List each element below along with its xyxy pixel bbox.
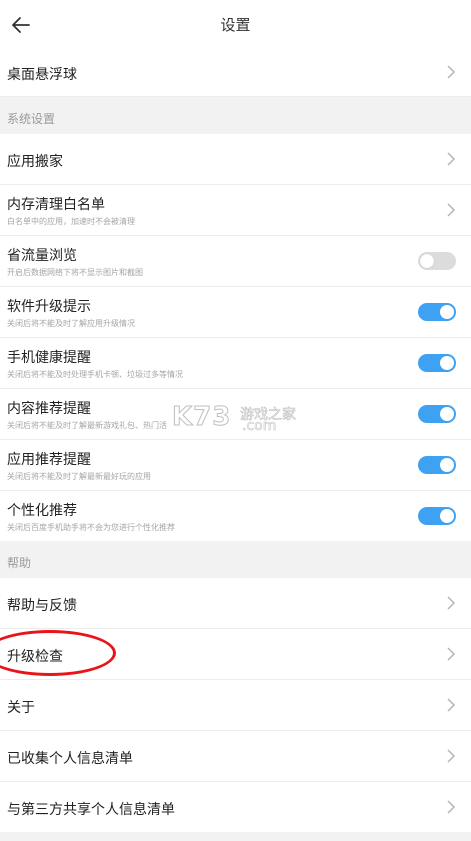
row-health-reminder: 手机健康提醒 关闭后将不能及时处理手机卡顿、垃圾过多等情况: [0, 338, 471, 389]
app-header: 设置: [0, 0, 471, 48]
row-sublabel: 白名单中的应用，加速时不会被清理: [7, 217, 135, 226]
app-recommend-toggle[interactable]: [418, 456, 456, 474]
row-sublabel: 关闭后将不能及时了解应用升级情况: [7, 319, 135, 328]
row-label: 手机健康提醒: [7, 350, 91, 366]
row-shared-info[interactable]: 与第三方共享个人信息清单: [0, 782, 471, 832]
row-label: 与第三方共享个人信息清单: [7, 802, 175, 818]
row-data-saver: 省流量浏览 开启后数据网络下将不显示图片和截图: [0, 236, 471, 287]
health-reminder-toggle[interactable]: [418, 354, 456, 372]
row-collected-info[interactable]: 已收集个人信息清单: [0, 731, 471, 782]
section-title: 帮助: [7, 556, 32, 570]
chevron-right-icon: [447, 152, 456, 166]
toggle-knob: [440, 356, 454, 370]
row-memory-whitelist[interactable]: 内存清理白名单 白名单中的应用，加速时不会被清理: [0, 185, 471, 236]
personalized-toggle[interactable]: [418, 507, 456, 525]
row-label: 关于: [7, 700, 35, 716]
row-upgrade-prompt: 软件升级提示 关闭后将不能及时了解应用升级情况: [0, 287, 471, 338]
section-header-help: 帮助: [0, 541, 471, 578]
row-sublabel: 关闭后百度手机助手将不会为您进行个性化推荐: [7, 523, 175, 532]
row-sublabel: 开启后数据网络下将不显示图片和截图: [7, 268, 143, 277]
row-label: 省流量浏览: [7, 248, 77, 264]
toggle-knob: [440, 509, 454, 523]
toggle-knob: [440, 305, 454, 319]
row-label: 桌面悬浮球: [7, 67, 77, 83]
chevron-right-icon: [447, 800, 456, 814]
row-label: 软件升级提示: [7, 299, 91, 315]
row-label: 应用搬家: [7, 154, 63, 170]
toggle-knob: [440, 458, 454, 472]
row-label: 帮助与反馈: [7, 598, 77, 614]
row-sublabel: 关闭后将不能及时了解最新最好玩的应用: [7, 472, 151, 481]
chevron-right-icon: [447, 596, 456, 610]
chevron-right-icon: [447, 647, 456, 661]
row-label: 个性化推荐: [7, 503, 77, 519]
data-saver-toggle[interactable]: [418, 252, 456, 270]
upgrade-prompt-toggle[interactable]: [418, 303, 456, 321]
row-label: 已收集个人信息清单: [7, 751, 133, 767]
content-recommend-toggle[interactable]: [418, 405, 456, 423]
row-personalized: 个性化推荐 关闭后百度手机助手将不会为您进行个性化推荐: [0, 491, 471, 541]
chevron-right-icon: [447, 65, 456, 79]
chevron-right-icon: [447, 698, 456, 712]
row-label: 应用推荐提醒: [7, 452, 91, 468]
row-sublabel: 关闭后将不能及时了解最新游戏礼包、热门活: [7, 421, 167, 430]
section-header-system: 系统设置: [0, 97, 471, 134]
site-watermark: K73 游戏之家 .com: [171, 402, 312, 436]
watermark-brand: K73: [171, 402, 232, 433]
toggle-knob: [420, 254, 434, 268]
row-floating-ball[interactable]: 桌面悬浮球: [0, 48, 471, 97]
page-title: 设置: [220, 16, 251, 34]
row-help-feedback[interactable]: 帮助与反馈: [0, 578, 471, 629]
row-sublabel: 关闭后将不能及时处理手机卡顿、垃圾过多等情况: [7, 370, 183, 379]
row-label: 内存清理白名单: [7, 197, 105, 213]
watermark-domain: .com: [242, 418, 277, 435]
row-label: 内容推荐提醒: [7, 401, 91, 417]
chevron-right-icon: [447, 749, 456, 763]
section-title: 系统设置: [7, 112, 56, 126]
row-app-move[interactable]: 应用搬家: [0, 134, 471, 185]
row-about[interactable]: 关于: [0, 680, 471, 731]
row-app-recommend: 应用推荐提醒 关闭后将不能及时了解最新最好玩的应用: [0, 440, 471, 491]
toggle-knob: [440, 407, 454, 421]
chevron-right-icon: [447, 203, 456, 217]
